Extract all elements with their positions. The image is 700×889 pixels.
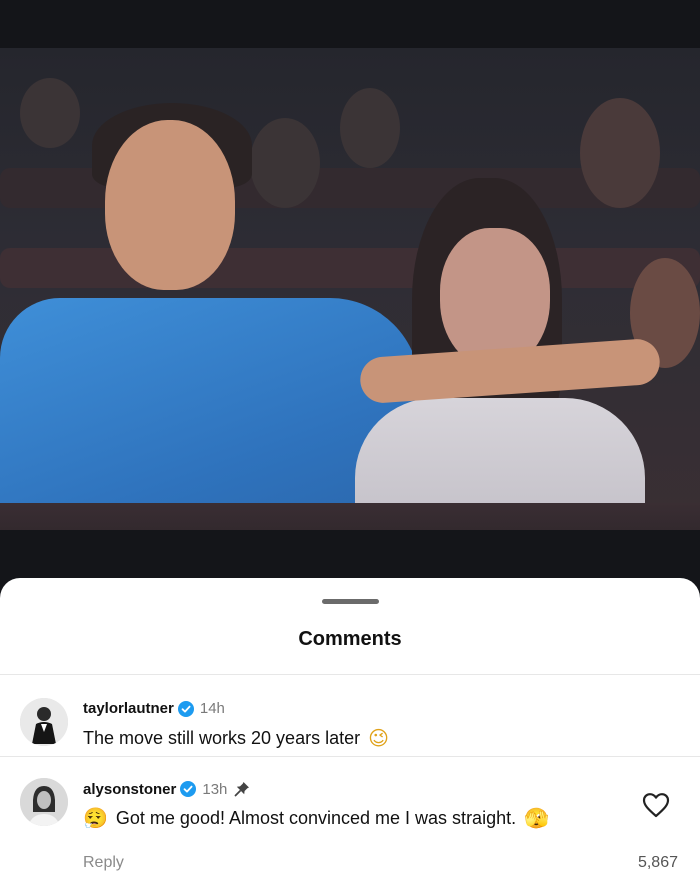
comment-text: The move still works 20 years later: [83, 727, 361, 748]
theater-seats: [0, 248, 700, 288]
comment-text: Got me good! Almost convinced me I was s…: [115, 807, 517, 828]
comment-time: 14h: [199, 700, 225, 717]
avatar[interactable]: [20, 778, 68, 826]
avatar[interactable]: [20, 698, 68, 746]
comments-title: Comments: [298, 628, 402, 650]
comments-sheet: Comments taylorlautner 14h The move stil…: [0, 578, 700, 889]
comment-text-row: The move still works 20 years later 😉: [83, 726, 389, 750]
sheet-drag-handle[interactable]: [322, 599, 379, 604]
comment-divider: [0, 756, 700, 757]
avatar-image: [20, 778, 68, 826]
reply-button[interactable]: Reply: [83, 854, 124, 872]
comment-header: alysonstoner 13h: [83, 780, 251, 798]
front-seat-row: [0, 503, 700, 530]
audience-member: [250, 118, 320, 208]
audience-member: [580, 98, 660, 208]
comment-item: alysonstoner 13h 😮‍💨 Got me good! Almost…: [0, 768, 700, 889]
comment-item: taylorlautner 14h The move still works 2…: [0, 688, 700, 758]
username[interactable]: alysonstoner: [83, 781, 176, 798]
pin-icon: [235, 782, 250, 797]
boy-face: [105, 120, 235, 290]
comment-time: 13h: [202, 780, 228, 798]
verified-badge-icon: [180, 781, 197, 797]
comment-text-row: 😮‍💨 Got me good! Almost convinced me I w…: [83, 806, 549, 830]
like-count: 5,867: [637, 854, 678, 871]
video-frame: [0, 48, 700, 530]
username[interactable]: taylorlautner: [83, 700, 174, 717]
heart-icon[interactable]: [642, 792, 670, 818]
header-divider: [0, 674, 700, 675]
exhaling-face-emoji: 😮‍💨: [83, 806, 108, 830]
verified-badge-icon: [177, 700, 194, 717]
audience-member: [340, 88, 400, 168]
comment-header: taylorlautner 14h: [83, 700, 225, 717]
avatar-image: [20, 698, 68, 746]
winking-face-emoji: 😉: [368, 726, 389, 750]
audience-member: [20, 78, 80, 148]
post-media[interactable]: [0, 0, 700, 600]
peeking-face-emoji: 🫣: [524, 806, 549, 830]
